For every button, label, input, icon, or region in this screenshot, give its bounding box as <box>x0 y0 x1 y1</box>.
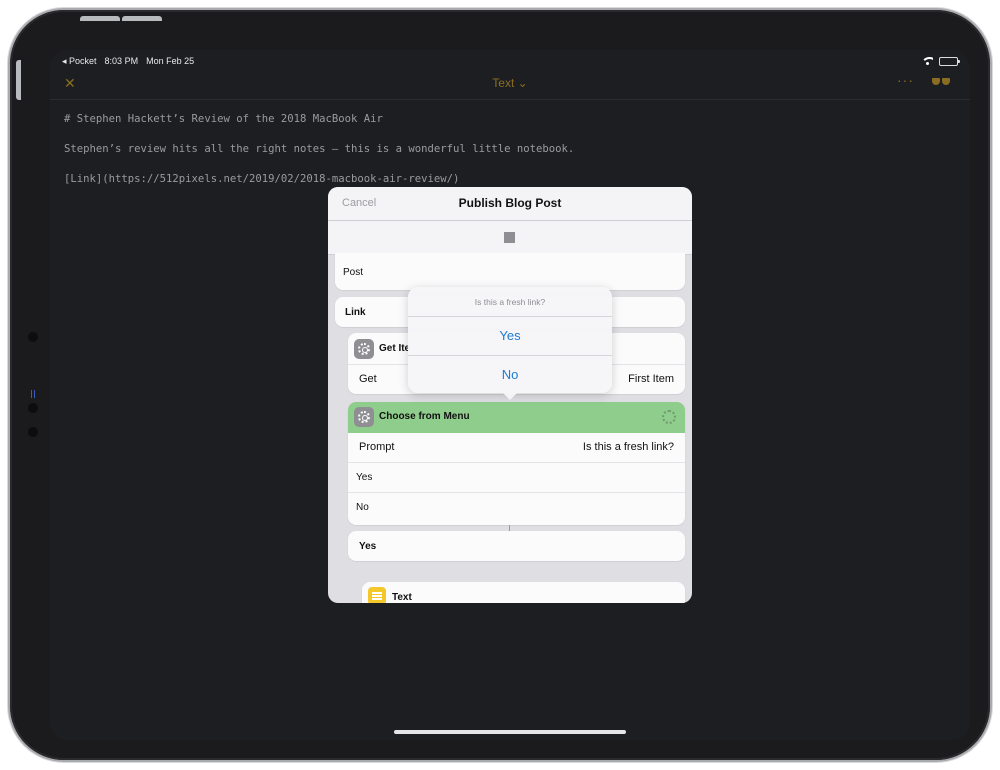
choose-from-menu-header: Choose from Menu <box>348 402 685 433</box>
chevron-down-icon: ⌄ <box>517 76 528 90</box>
screen: ◂ Pocket 8:03 PM Mon Feb 25 ✕ Text ⌄ ···… <box>50 50 970 740</box>
gear-icon <box>354 407 374 427</box>
menu-popover: Is this a fresh link? Yes No <box>408 287 612 400</box>
yes-block-label: Yes <box>359 541 377 552</box>
camera-indicator <box>31 390 35 398</box>
ipad-frame: ◂ Pocket 8:03 PM Mon Feb 25 ✕ Text ⌄ ···… <box>10 10 990 760</box>
menu-option-item[interactable]: No <box>356 502 369 513</box>
run-controls <box>328 221 692 255</box>
post-label: Post <box>343 267 364 278</box>
home-indicator[interactable] <box>394 730 626 734</box>
stop-icon[interactable] <box>504 232 515 243</box>
editor-title-menu[interactable]: Text ⌄ <box>50 76 970 90</box>
popover-option-no[interactable]: No <box>408 355 612 394</box>
power-button <box>16 60 21 100</box>
back-to-app-link[interactable]: ◂ Pocket <box>62 56 97 67</box>
wifi-icon <box>922 57 933 65</box>
camera-dot <box>28 427 38 437</box>
choose-from-menu-title: Choose from Menu <box>379 411 470 422</box>
yes-block-card[interactable]: Yes <box>348 531 685 561</box>
editor-line: [Link](https://512pixels.net/2019/02/201… <box>64 173 460 185</box>
editor-nav-bar: ✕ Text ⌄ ··· <box>50 70 970 100</box>
sheet-header: Cancel Publish Blog Post <box>328 187 692 221</box>
editor-title: Text <box>492 76 515 90</box>
editor-line: Stephen’s review hits all the right note… <box>64 143 575 155</box>
volume-button <box>122 16 162 21</box>
editor-line: # Stephen Hackett’s Review of the 2018 M… <box>64 113 383 125</box>
preview-glasses-icon[interactable] <box>932 78 950 87</box>
status-date: Mon Feb 25 <box>146 56 195 66</box>
popover-prompt: Is this a fresh link? <box>474 297 546 307</box>
link-label: Link <box>345 307 366 318</box>
battery-icon <box>939 56 960 66</box>
sheet-title: Publish Blog Post <box>458 196 562 210</box>
camera-dot <box>28 403 38 413</box>
popover-option-yes[interactable]: Yes <box>408 316 612 355</box>
camera-dot <box>28 332 38 342</box>
get-param-value[interactable]: First Item <box>628 373 674 385</box>
choose-from-menu-card[interactable]: Choose from Menu Prompt Is this a fresh … <box>348 402 685 525</box>
status-bar: ◂ Pocket 8:03 PM Mon Feb 25 <box>62 54 960 68</box>
get-item-title: Get Ite <box>379 343 411 354</box>
post-action-card[interactable]: Post <box>335 253 685 290</box>
prompt-value[interactable]: Is this a fresh link? <box>583 441 674 453</box>
gear-icon <box>354 339 374 359</box>
text-document-icon <box>368 587 386 603</box>
text-action-title: Text <box>392 592 412 603</box>
activity-spinner-icon <box>662 410 676 424</box>
get-param-label: Get <box>359 373 377 385</box>
status-time: 8:03 PM <box>104 56 139 66</box>
menu-option-item[interactable]: Yes <box>356 472 372 483</box>
volume-button <box>80 16 120 21</box>
prompt-label: Prompt <box>359 441 395 453</box>
more-icon[interactable]: ··· <box>897 72 914 88</box>
text-action-card[interactable]: Text <box>362 582 685 603</box>
